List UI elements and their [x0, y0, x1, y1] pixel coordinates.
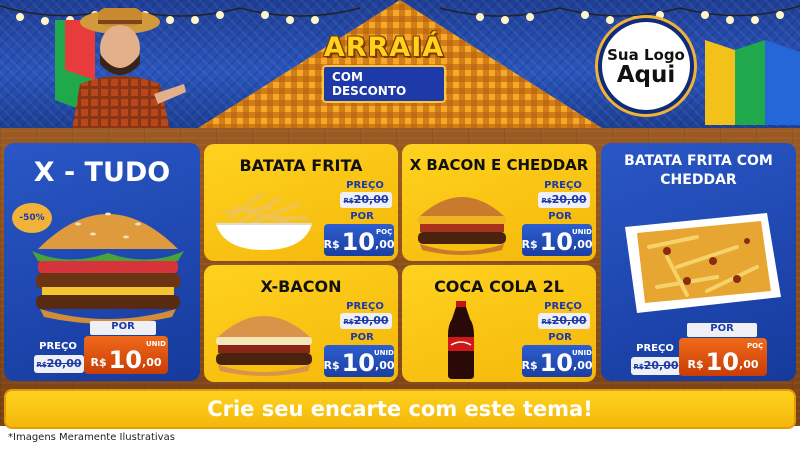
old-price-value: 20,00 — [46, 357, 82, 370]
old-price-value: 20,00 — [551, 193, 587, 206]
coca-cola-bottle-image — [448, 301, 474, 379]
product-card-batata-cheddar[interactable]: BATATA FRITA COM CHEDDAR POR PREÇO R$20,… — [601, 143, 796, 381]
header-banner: ARRAIÁ COM DESCONTO Sua Logo Aqui — [0, 0, 800, 130]
price-unit: UNID — [374, 349, 394, 357]
old-price-label: PREÇO — [544, 301, 582, 312]
new-price-cents: ,00 — [375, 359, 395, 372]
product-title: X - TUDO — [33, 157, 171, 188]
old-price-currency: R$ — [36, 361, 47, 369]
price-unit: UNID — [572, 228, 592, 236]
new-price-currency: R$ — [521, 238, 538, 251]
product-card-coca-cola[interactable]: COCA COLA 2L PREÇO R$20,00 POR R$ 10 ,00… — [402, 265, 596, 382]
logo-title: ARRAIÁ — [323, 32, 445, 63]
new-price-currency: R$ — [687, 358, 704, 371]
new-price-integer: 10 — [539, 349, 574, 377]
discount-badge: -50% — [12, 203, 52, 233]
new-price-currency: R$ — [90, 356, 107, 369]
product-title: COCA COLA 2L — [434, 277, 564, 296]
old-price-currency: R$ — [343, 197, 354, 205]
old-price: R$20,00 — [34, 355, 84, 373]
cta-banner[interactable]: Crie seu encarte com este tema! — [4, 389, 796, 429]
burger-xtudo-image — [32, 212, 184, 324]
product-title: BATATA FRITA — [239, 156, 363, 175]
price-unit: POÇ — [376, 228, 393, 236]
old-price-currency: R$ — [633, 363, 644, 371]
new-price-cents: ,00 — [573, 238, 593, 251]
new-price-label: POR — [548, 211, 572, 222]
product-card-xtudo[interactable]: X - TUDO -50% POR PREÇO R$20,00 R$ 10 ,0… — [4, 143, 200, 381]
old-price-label: PREÇO — [346, 180, 384, 191]
product-title-line-1: BATATA FRITA COM — [624, 153, 773, 169]
new-price-cents: ,00 — [142, 356, 162, 369]
new-price-label: POR — [350, 211, 374, 222]
flag-right-icon — [705, 40, 800, 125]
brand-line-2: Aqui — [616, 61, 676, 88]
old-price: R$20,00 — [538, 192, 590, 208]
new-price-label: POR — [350, 332, 374, 343]
old-price-currency: R$ — [343, 318, 354, 326]
new-price-integer: 10 — [341, 349, 376, 377]
brand-line-1: Sua Logo — [607, 45, 685, 64]
old-price: R$20,00 — [631, 357, 681, 375]
price-unit: UNID — [146, 340, 166, 348]
product-card-x-bacon[interactable]: X-BACON PREÇO R$20,00 POR R$ 10 ,00 UNID — [204, 265, 398, 382]
product-card-batata-frita[interactable]: BATATA FRITA PREÇO R$20,00 POR R$ 10 ,00… — [204, 144, 398, 261]
new-price-cents: ,00 — [375, 238, 395, 251]
old-price-label: PREÇO — [346, 301, 384, 312]
new-price-cents: ,00 — [573, 359, 593, 372]
product-title: X-BACON — [260, 277, 342, 296]
arraia-logo: ARRAIÁ COM DESCONTO — [322, 12, 446, 112]
old-price-value: 20,00 — [643, 359, 679, 372]
new-price-currency: R$ — [521, 359, 538, 372]
old-price: R$20,00 — [340, 313, 392, 329]
vendor-man-illustration — [72, 8, 186, 130]
old-price: R$20,00 — [538, 313, 590, 329]
old-price-label: PREÇO — [39, 341, 77, 352]
new-price-label: POR — [687, 323, 757, 337]
disclaimer-text: *Imagens Meramente Ilustrativas — [8, 432, 175, 443]
logo-subtitle: COM DESCONTO — [322, 65, 446, 103]
old-price: R$20,00 — [340, 192, 392, 208]
new-price-integer: 10 — [108, 346, 143, 374]
old-price-currency: R$ — [541, 197, 552, 205]
new-price-label: POR — [90, 321, 156, 335]
price-unit: POÇ — [747, 342, 764, 350]
old-price-value: 20,00 — [353, 314, 389, 327]
old-price-label: PREÇO — [636, 343, 674, 354]
new-price-integer: 10 — [539, 228, 574, 256]
product-card-x-bacon-cheddar[interactable]: X BACON E CHEDDAR PREÇO R$20,00 POR R$ 1… — [402, 144, 596, 261]
burger-bacon-image — [216, 316, 312, 376]
fries-cheddar-image — [625, 213, 781, 313]
fries-image — [216, 192, 312, 250]
old-price-currency: R$ — [541, 318, 552, 326]
new-price-integer: 10 — [705, 348, 740, 376]
price-unit: UNID — [572, 349, 592, 357]
old-price-label: PREÇO — [544, 180, 582, 191]
burger-bacon-cheddar-image — [418, 197, 506, 255]
new-price-integer: 10 — [341, 228, 376, 256]
new-price-label: POR — [548, 332, 572, 343]
brand-logo-placeholder: Sua Logo Aqui — [598, 18, 694, 114]
product-title: X BACON E CHEDDAR — [409, 156, 589, 174]
old-price-value: 20,00 — [353, 193, 389, 206]
new-price-cents: ,00 — [739, 358, 759, 371]
old-price-value: 20,00 — [551, 314, 587, 327]
new-price-currency: R$ — [323, 359, 340, 372]
product-title-line-2: CHEDDAR — [660, 172, 737, 188]
new-price-currency: R$ — [323, 238, 340, 251]
